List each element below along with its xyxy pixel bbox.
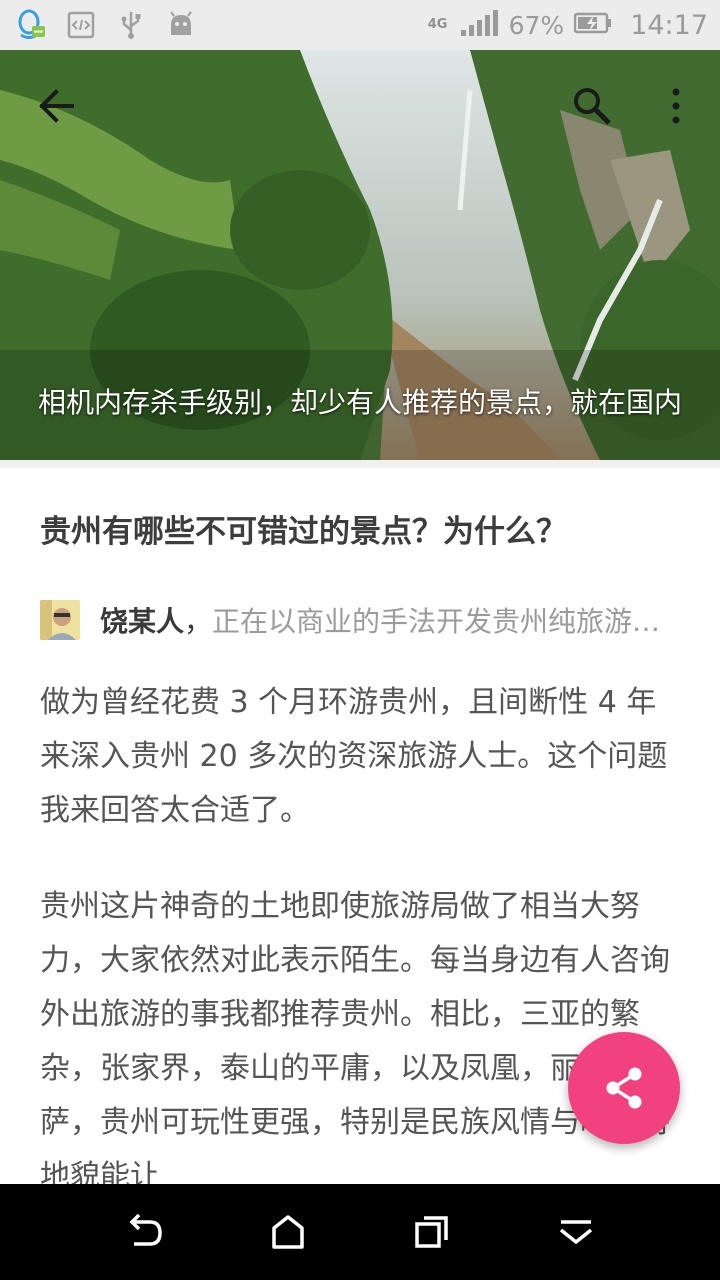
signal-icon bbox=[459, 8, 499, 42]
nav-collapse-button[interactable] bbox=[546, 1202, 606, 1262]
hero-caption[interactable]: 相机内存杀手级别，却少有人推荐的景点，就在国内 bbox=[30, 384, 690, 422]
nav-home-icon bbox=[272, 1215, 304, 1249]
author-row[interactable]: 饶某人 ， 正在以商业的手法开发贵州纯旅游资源 bbox=[40, 598, 680, 642]
code-icon bbox=[66, 10, 96, 40]
status-system-icons: 4G 67% 14:17 bbox=[427, 0, 708, 50]
search-icon bbox=[574, 88, 611, 125]
avatar[interactable] bbox=[40, 600, 80, 640]
status-notification-icons bbox=[16, 8, 196, 42]
more-vert-icon bbox=[672, 88, 680, 124]
divider bbox=[0, 460, 720, 468]
qq-icon bbox=[16, 9, 46, 40]
status-bar: 4G 67% 14:17 bbox=[0, 0, 720, 50]
battery-charging-icon bbox=[573, 12, 612, 38]
author-separator: ， bbox=[184, 605, 213, 638]
nav-recent-button[interactable] bbox=[402, 1202, 462, 1262]
navigation-bar bbox=[0, 1184, 720, 1280]
android-icon bbox=[166, 10, 196, 40]
nav-home-button[interactable] bbox=[258, 1202, 318, 1262]
more-options-button[interactable] bbox=[652, 82, 700, 130]
nav-down-icon bbox=[559, 1220, 593, 1245]
nav-back-icon bbox=[129, 1214, 162, 1246]
usb-icon bbox=[116, 10, 146, 40]
search-button[interactable] bbox=[568, 82, 616, 130]
back-arrow-icon bbox=[39, 89, 74, 123]
answer-paragraph: 贵州这片神奇的土地即使旅游局做了相当大努力，大家依然对此表示陌生。每当身边有人咨… bbox=[40, 889, 670, 1194]
share-button[interactable] bbox=[568, 1032, 680, 1144]
author-name[interactable]: 饶某人 bbox=[100, 600, 184, 640]
nav-recent-icon bbox=[415, 1216, 448, 1248]
battery-percent: 67% bbox=[508, 10, 565, 40]
share-icon bbox=[606, 1067, 642, 1109]
author-bio: 正在以商业的手法开发贵州纯旅游资源 bbox=[212, 605, 680, 638]
answer-paragraph: 做为曾经花费 3 个月环游贵州，且间断性 4 年来深入贵州 20 多次的资深旅游… bbox=[40, 685, 668, 828]
clock: 14:17 bbox=[630, 9, 708, 41]
network-type: 4G bbox=[427, 17, 448, 32]
nav-back-button[interactable] bbox=[114, 1202, 174, 1262]
question-title[interactable]: 贵州有哪些不可错过的景点？为什么？ bbox=[40, 510, 680, 554]
back-button[interactable] bbox=[32, 82, 80, 130]
hero-header[interactable]: 相机内存杀手级别，却少有人推荐的景点，就在国内 bbox=[0, 50, 720, 460]
